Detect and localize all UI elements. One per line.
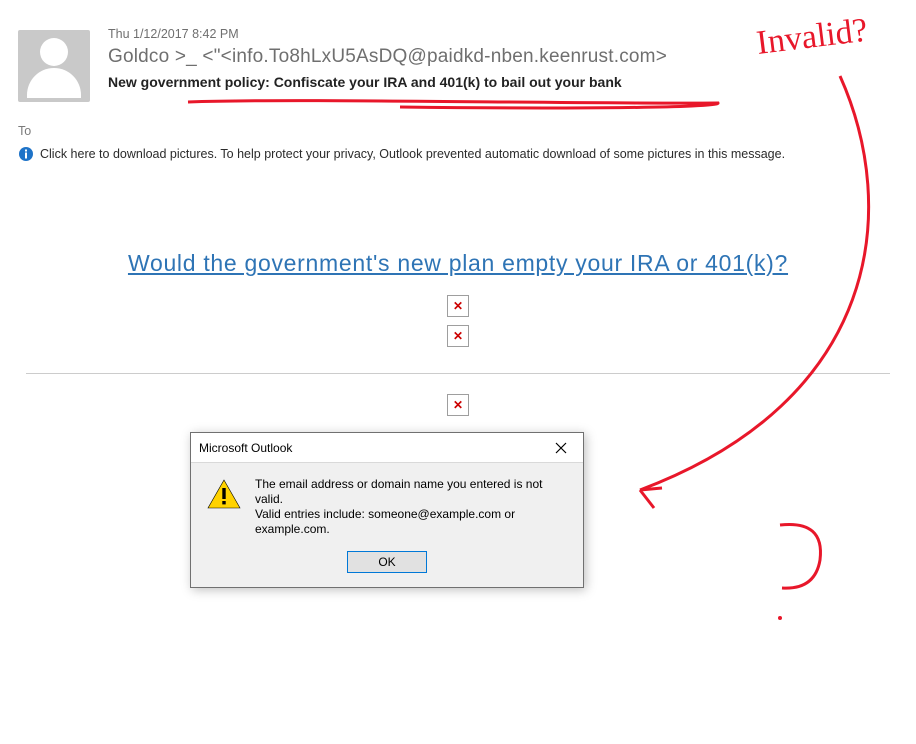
dialog-message-line1: The email address or domain name you ent…	[255, 477, 567, 507]
to-label: To	[18, 124, 916, 138]
dialog-title: Microsoft Outlook	[199, 441, 292, 455]
infobar-text: Click here to download pictures. To help…	[40, 147, 785, 161]
dialog-close-button[interactable]	[541, 434, 581, 461]
warning-icon	[207, 479, 241, 509]
email-body-main-link[interactable]: Would the government's new plan empty yo…	[128, 250, 788, 277]
blocked-image-icon: ✕	[447, 295, 469, 317]
email-date: Thu 1/12/2017 8:42 PM	[108, 26, 916, 42]
sender-avatar	[18, 30, 90, 102]
blocked-image-icon: ✕	[447, 325, 469, 347]
error-dialog: Microsoft Outlook The email address or d…	[190, 432, 584, 588]
dialog-message-line2: Valid entries include: someone@example.c…	[255, 507, 567, 537]
blocked-image-icon: ✕	[447, 394, 469, 416]
email-subject: New government policy: Confiscate your I…	[108, 74, 916, 90]
divider	[26, 373, 890, 374]
close-icon	[555, 442, 567, 454]
email-from: Goldco >_ <"<info.To8hLxU5AsDQ@paidkd-nb…	[108, 44, 916, 70]
download-pictures-infobar[interactable]: Click here to download pictures. To help…	[0, 138, 916, 162]
info-icon	[18, 146, 34, 162]
dialog-ok-button[interactable]: OK	[347, 551, 427, 573]
